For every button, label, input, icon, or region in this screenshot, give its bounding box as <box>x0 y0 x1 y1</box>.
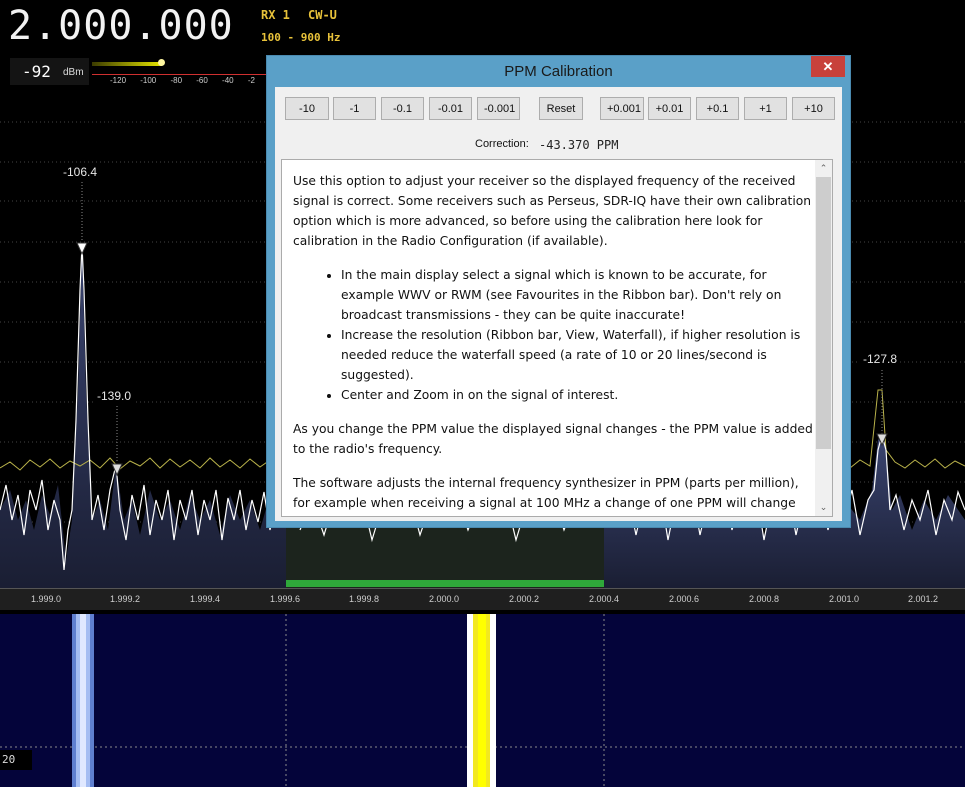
plus-0-01-button[interactable]: +0.01 <box>648 97 691 120</box>
axis-label: 2.000.4 <box>589 594 620 604</box>
peak-label-1: -106.4 <box>60 164 101 180</box>
s-meter-indicator <box>158 59 165 66</box>
reset-button[interactable]: Reset <box>539 97 583 120</box>
axis-label: 1.999.0 <box>31 594 62 604</box>
axis-label: 2.000.0 <box>429 594 460 604</box>
signal-level-unit: dBm <box>63 67 84 78</box>
s-meter-scale: -120 -100 -80 -60 -40 -2 <box>110 76 255 85</box>
mode-label[interactable]: CW-U <box>308 8 337 22</box>
plus-1-button[interactable]: +1 <box>744 97 787 120</box>
rx-label[interactable]: RX 1 <box>261 8 290 22</box>
minus-0-001-button[interactable]: -0.001 <box>477 97 520 120</box>
help-paragraph-1: Use this option to adjust your receiver … <box>293 174 812 248</box>
s-meter-scale-line <box>92 74 272 75</box>
bandwidth-label[interactable]: 100 - 900 Hz <box>261 31 340 44</box>
plus-0-001-button[interactable]: +0.001 <box>600 97 644 120</box>
scroll-down-icon[interactable]: ⌄ <box>815 499 832 516</box>
axis-label: 2.000.2 <box>509 594 540 604</box>
correction-value: -43.370 PPM <box>539 138 619 152</box>
s-meter-bar <box>92 62 162 66</box>
frequency-display[interactable]: 2.000.000 <box>8 2 234 50</box>
help-text: Use this option to adjust your receiver … <box>293 171 813 516</box>
correction-label: Correction: <box>475 138 529 150</box>
dialog-title[interactable]: PPM Calibration <box>267 56 850 86</box>
signal-level-value: -92 <box>22 62 51 81</box>
signal-level-box: -92 dBm <box>10 58 89 85</box>
waterfall-speed-label: 20 <box>0 750 32 770</box>
peak-label-3: -127.8 <box>860 351 901 367</box>
minus-10-button[interactable]: -10 <box>285 97 329 120</box>
axis-label: 1.999.4 <box>190 594 221 604</box>
axis-label: 2.000.8 <box>749 594 780 604</box>
scroll-up-icon[interactable]: ⌃ <box>815 160 832 177</box>
help-scrollbar[interactable]: ⌃ ⌄ <box>815 160 832 516</box>
plus-0-1-button[interactable]: +0.1 <box>696 97 739 120</box>
dialog-content: -10 -1 -0.1 -0.01 -0.001 Reset +0.001 +0… <box>275 87 842 521</box>
axis-label: 2.000.6 <box>669 594 700 604</box>
average-trace <box>0 457 287 471</box>
help-paragraph-2: As you change the PPM value the displaye… <box>293 422 813 456</box>
close-button[interactable]: ✕ <box>811 56 845 77</box>
passband-bar[interactable] <box>286 580 604 587</box>
help-steps-list: In the main display select a signal whic… <box>293 265 813 405</box>
axis-label: 2.001.0 <box>829 594 860 604</box>
minus-0-1-button[interactable]: -0.1 <box>381 97 424 120</box>
peak-label-2: -139.0 <box>94 388 135 404</box>
help-step-2: Increase the resolution (Ribbon bar, Vie… <box>341 325 813 385</box>
frequency-axis[interactable]: 1.999.0 1.999.2 1.999.4 1.999.6 1.999.8 … <box>0 588 965 610</box>
s-meter: -120 -100 -80 -60 -40 -2 <box>92 58 272 88</box>
help-step-1: In the main display select a signal whic… <box>341 265 813 325</box>
help-text-box[interactable]: Use this option to adjust your receiver … <box>281 159 833 517</box>
axis-label: 1.999.2 <box>110 594 141 604</box>
waterfall-plot <box>0 614 965 787</box>
help-step-3: Center and Zoom in on the signal of inte… <box>341 385 813 405</box>
scroll-thumb[interactable] <box>816 177 831 449</box>
minus-0-01-button[interactable]: -0.01 <box>429 97 472 120</box>
help-paragraph-3: The software adjusts the internal freque… <box>293 476 799 510</box>
ppm-calibration-dialog[interactable]: PPM Calibration ✕ -10 -1 -0.1 -0.01 -0.0… <box>266 55 851 528</box>
axis-label: 1.999.8 <box>349 594 380 604</box>
plus-10-button[interactable]: +10 <box>792 97 835 120</box>
waterfall-display[interactable] <box>0 614 965 787</box>
axis-label: 1.999.6 <box>270 594 301 604</box>
close-icon: ✕ <box>822 59 834 74</box>
minus-1-button[interactable]: -1 <box>333 97 376 120</box>
peak-marker-triangle[interactable] <box>76 242 88 256</box>
axis-label: 2.001.2 <box>908 594 939 604</box>
